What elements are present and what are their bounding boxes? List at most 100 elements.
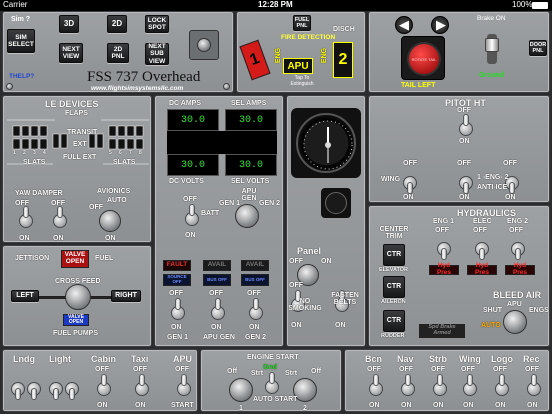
gen2-selector-label: GEN 2 [259, 200, 281, 207]
avionics-label: AVIONICS [97, 188, 131, 195]
rudder-ctr-button[interactable]: CTR [383, 310, 405, 332]
eng1-start-knob[interactable] [229, 378, 253, 402]
logo-toggle[interactable] [495, 374, 509, 400]
rec-toggle[interactable] [527, 374, 541, 400]
yaw-damper-label: YAW DAMPER [15, 190, 63, 197]
aileron-ctr-button[interactable]: CTR [383, 276, 405, 298]
full-ext-label: FULL EXT [63, 154, 97, 161]
hyd-eng1-toggle[interactable] [437, 234, 451, 260]
parking-brake-lever[interactable] [485, 28, 499, 72]
clock-small-frame [321, 188, 351, 218]
apu-label: APU [173, 354, 193, 364]
eng2-fire-handle[interactable]: 2 [333, 42, 353, 78]
cabin-toggle[interactable] [97, 374, 111, 400]
elevator-label: ELEVATOR [379, 267, 409, 273]
beacon-toggle[interactable] [369, 374, 383, 400]
fuel-right-button[interactable]: RIGHT [111, 290, 141, 302]
hyd-elec-label: ELEC [473, 218, 492, 225]
sim-select-button[interactable]: SIM SELECT [7, 29, 35, 53]
cabin-off-label: OFF [95, 366, 109, 373]
sub-view-knob[interactable] [189, 30, 219, 60]
apu-toggle[interactable] [177, 374, 191, 400]
rudder-label: RUDDER [381, 333, 405, 339]
eng2-start-number: 2 [303, 405, 307, 412]
hyd-pres-annunciator-1: Hyd Pres [429, 262, 459, 276]
dc-volts-display: 30.0 [167, 154, 219, 176]
taxi-toggle[interactable] [135, 374, 149, 400]
lock-spot-button[interactable]: LOCK SPOT [145, 15, 169, 33]
apu-gen-toggle[interactable] [211, 298, 225, 324]
auto-start-toggle[interactable] [265, 372, 279, 398]
tail-button-frame: ROTATE TAIL [401, 36, 445, 80]
landing-light-toggle-1[interactable] [11, 374, 25, 400]
yaw-on-label-2: ON [53, 235, 64, 242]
gen-selector-knob[interactable] [235, 204, 259, 228]
slat-number: 5 [109, 150, 112, 156]
hyd-eng2-toggle[interactable] [511, 234, 525, 260]
carrier-label: Carrier [3, 0, 28, 9]
source-off-annunciator: SOURCE OFF [163, 274, 191, 286]
hyd-elec-toggle[interactable] [475, 234, 489, 260]
apugen-off-label: OFF [209, 290, 223, 297]
elevator-ctr-button[interactable]: CTR [383, 244, 405, 266]
rec-on-label: ON [527, 402, 538, 409]
help-link[interactable]: THELP? [9, 73, 34, 80]
valve-open-annunciator: VALVE OPEN [63, 314, 89, 326]
yaw-damper-toggle-1[interactable] [19, 206, 33, 232]
clock-panel: Panel OFF ON OFF NO SMOKING FASTEN BELTS… [286, 95, 366, 347]
dc-amps-label: DC AMPS [169, 100, 202, 107]
nav-toggle[interactable] [401, 374, 415, 400]
slats-left-label: SLATS [23, 159, 46, 166]
eng1-fire-number: 1 [247, 50, 262, 70]
hyd-pres-annunciator-3: Hyd Pres [505, 262, 535, 276]
wing-light-toggle[interactable] [463, 374, 477, 400]
gen1-selector-label: GEN 1 [219, 200, 241, 207]
door-pnl-button[interactable]: DOOR PNL [529, 40, 547, 56]
wing-off-label: OFF [403, 160, 417, 167]
eng1-anti-ice-toggle[interactable] [459, 168, 473, 194]
eng1-fire-handle[interactable]: 1 [239, 39, 271, 81]
cross-feed-knob[interactable] [65, 284, 91, 310]
dc-volts-label: DC VOLTS [169, 178, 204, 185]
2d-pnl-button[interactable]: 2D PNL [107, 43, 129, 63]
next-view-button[interactable]: NEXT VIEW [59, 43, 83, 63]
tail-left-label: TAIL LEFT [401, 82, 436, 89]
light-toggle-1[interactable] [49, 374, 63, 400]
battery-toggle[interactable] [185, 204, 199, 230]
apu-fire-handle[interactable]: APU [283, 58, 313, 74]
3d-button[interactable]: 3D [59, 15, 79, 33]
logo-label: Logo [491, 354, 513, 364]
pitot-heat-toggle[interactable] [459, 114, 473, 140]
le-devices-panel: LE DEVICES FLAPS TRANSIT EXT FULL EXT SL… [2, 95, 152, 243]
landing-light-toggle-2[interactable] [27, 374, 41, 400]
apu-start-label: START [171, 402, 194, 409]
yaw-damper-toggle-2[interactable] [53, 206, 67, 232]
gen2-toggle[interactable] [249, 298, 263, 324]
tail-panel: ◀ ▶ ROTATE TAIL TAIL LEFT Brake ON Groun… [368, 11, 550, 93]
rotate-tail-button[interactable]: ROTATE TAIL [407, 42, 441, 76]
gen2-on-label: ON [249, 324, 260, 331]
next-sub-view-button[interactable]: NEXT SUB VIEW [145, 43, 169, 65]
bleed-air-knob[interactable] [503, 310, 527, 334]
fuel-pnl-button[interactable]: FUEL PNL [293, 15, 311, 31]
rotate-tail-label: ROTATE TAIL [411, 56, 437, 62]
right-arrow-button[interactable]: ▶ [431, 16, 449, 34]
eng-right-label: ENG [321, 47, 329, 64]
strobe-toggle[interactable] [433, 374, 447, 400]
wing-on-label: ON [403, 194, 414, 201]
avionics-rotary-knob[interactable] [99, 210, 121, 232]
light-toggle-2[interactable] [65, 374, 79, 400]
slat-number: 4 [43, 150, 46, 156]
slat-number: 3 [33, 150, 36, 156]
cabin-label: Cabin [91, 354, 117, 364]
view-panel: Sim ? SIM SELECT THELP? 3D 2D LOCK SPOT … [2, 11, 234, 93]
fuel-left-button[interactable]: LEFT [11, 290, 39, 302]
2d-button[interactable]: 2D [107, 15, 127, 33]
gen1-toggle[interactable] [171, 298, 185, 324]
bleed-engs-label: ENGS [529, 307, 549, 314]
wing-anti-ice-toggle[interactable] [403, 168, 417, 194]
slats-right-label: SLATS [113, 159, 136, 166]
hyd-eng2-off: OFF [509, 227, 523, 234]
hyd-eng1-off: OFF [435, 227, 449, 234]
left-arrow-button[interactable]: ◀ [395, 16, 413, 34]
